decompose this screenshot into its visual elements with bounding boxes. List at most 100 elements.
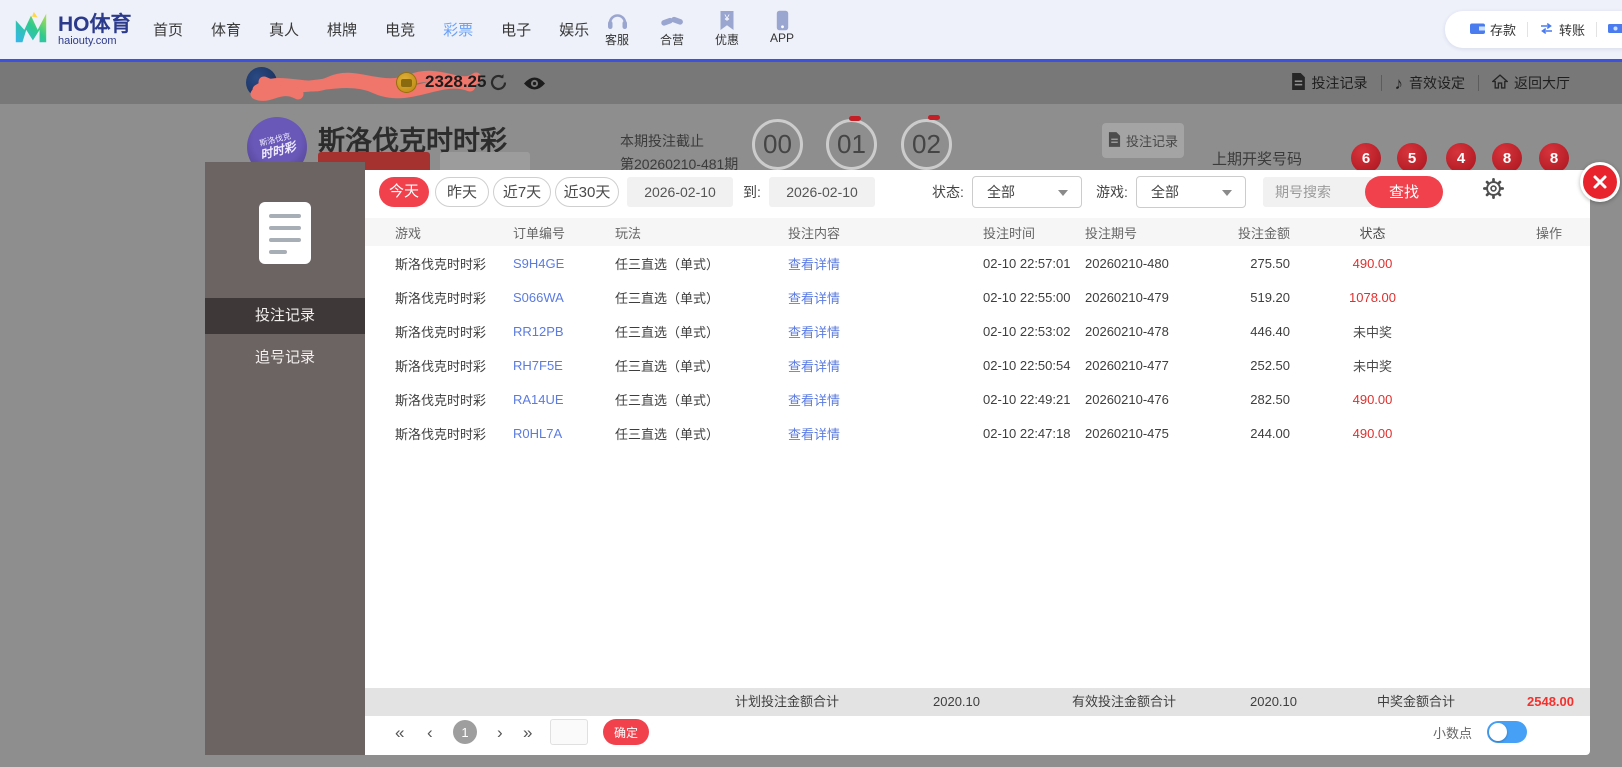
- valid-total-value: 2020.10: [1250, 694, 1297, 709]
- row-bet-amount: 282.50: [1250, 391, 1290, 407]
- eye-toggle-icon[interactable]: [523, 76, 546, 96]
- row-order-number-link[interactable]: RA14UE: [513, 392, 615, 407]
- sidebar-item-chase-records[interactable]: 追号记录: [205, 340, 365, 376]
- game-select[interactable]: 全部: [1136, 176, 1246, 208]
- row-view-details-link[interactable]: 查看详情: [788, 254, 983, 273]
- row-bet-time: 02-10 22:55:00: [983, 289, 1071, 305]
- page-jump-input[interactable]: [550, 719, 588, 745]
- sound-settings-link[interactable]: ♪ 音效设定: [1395, 73, 1466, 93]
- row-view-details-link[interactable]: 查看详情: [788, 424, 983, 443]
- first-page-button[interactable]: «: [395, 721, 404, 745]
- row-order-number-link[interactable]: R0HL7A: [513, 426, 615, 441]
- win-total-label: 中奖金额合计: [1377, 694, 1456, 709]
- wallet-actions-pill: 存款 转账 取款: [1445, 11, 1622, 48]
- app-download-button[interactable]: APP: [761, 7, 803, 48]
- refresh-balance-icon[interactable]: [489, 73, 508, 97]
- row-order-number-link[interactable]: RR12PB: [513, 324, 615, 339]
- col-header-play: 玩法: [615, 225, 642, 241]
- top-nav: HO体育 haiouty.com 首页 体育 真人 棋牌 电竞 彩票 电子 娱乐…: [0, 0, 1622, 62]
- deposit-button[interactable]: 存款: [1459, 20, 1527, 39]
- date-to-input[interactable]: [769, 177, 875, 207]
- range-today-button[interactable]: 今天: [379, 177, 429, 207]
- transfer-button[interactable]: 转账: [1528, 20, 1596, 39]
- nav-item-active[interactable]: 彩票: [443, 19, 473, 40]
- row-bet-time: 02-10 22:49:21: [983, 391, 1071, 407]
- last-page-button[interactable]: »: [523, 721, 532, 745]
- gear-settings-icon[interactable]: [1483, 178, 1504, 204]
- brand-name: HO体育: [58, 12, 132, 36]
- customer-service-button[interactable]: 客服: [596, 7, 638, 48]
- bet-records-link[interactable]: 投注记录: [1291, 73, 1368, 93]
- back-to-lobby-label: 返回大厅: [1514, 75, 1570, 91]
- range-30days-button[interactable]: 近30天: [555, 177, 619, 207]
- prev-page-button[interactable]: ‹: [427, 721, 433, 745]
- row-order-number-link[interactable]: S9H4GE: [513, 256, 615, 271]
- countdown-seconds: 02: [901, 119, 952, 170]
- row-bet-period: 20260210-475: [1085, 425, 1169, 441]
- period-search-input[interactable]: [1263, 177, 1373, 207]
- withdraw-button[interactable]: 取款: [1597, 20, 1622, 39]
- col-header-period: 投注期号: [1085, 225, 1138, 241]
- nav-item[interactable]: 真人: [269, 19, 299, 40]
- range-yesterday-button[interactable]: 昨天: [435, 177, 489, 207]
- modal-close-button[interactable]: [1580, 162, 1620, 202]
- row-bet-time: 02-10 22:47:18: [983, 425, 1071, 441]
- plan-total-value: 2020.10: [933, 694, 980, 709]
- row-bet-amount: 244.00: [1250, 425, 1290, 441]
- decimal-toggle-label: 小数点: [1433, 726, 1473, 741]
- page: HO体育 haiouty.com 首页 体育 真人 棋牌 电竞 彩票 电子 娱乐…: [0, 0, 1622, 767]
- table-header: 游戏 订单编号 玩法 投注内容 投注时间 投注期号 投注金额 状态 操作: [365, 218, 1590, 246]
- col-header-action: 操作: [1535, 225, 1562, 241]
- decimal-toggle-switch[interactable]: [1487, 721, 1527, 743]
- row-view-details-link[interactable]: 查看详情: [788, 322, 983, 341]
- pagination-bar: « ‹ 1 › » 确定 小数点: [365, 715, 1590, 755]
- nav-item[interactable]: 首页: [153, 19, 183, 40]
- back-to-lobby-link[interactable]: 返回大厅: [1491, 73, 1570, 93]
- row-status: 490.00: [1352, 391, 1393, 407]
- balance-amount: 2328.25: [425, 72, 487, 91]
- row-play-type: 任三直选（单式）: [615, 290, 720, 306]
- nav-item[interactable]: 电竞: [385, 19, 415, 40]
- nav-item[interactable]: 体育: [211, 19, 241, 40]
- row-view-details-link[interactable]: 查看详情: [788, 356, 983, 375]
- svg-text:¥: ¥: [723, 13, 730, 23]
- col-header-amount: 投注金额: [1237, 225, 1290, 241]
- col-header-time: 投注时间: [983, 225, 1036, 241]
- brand-logo[interactable]: HO体育 haiouty.com: [12, 9, 132, 52]
- row-bet-time: 02-10 22:57:01: [983, 255, 1071, 271]
- date-from-input[interactable]: [627, 177, 733, 207]
- sidebar-item-bet-records[interactable]: 投注记录: [205, 298, 365, 334]
- row-play-type: 任三直选（单式）: [615, 426, 720, 442]
- row-bet-period: 20260210-479: [1085, 289, 1169, 305]
- deposit-icon: [1470, 22, 1485, 38]
- partnership-button[interactable]: 合营: [651, 7, 693, 48]
- next-page-button[interactable]: ›: [497, 721, 503, 745]
- col-header-status: 状态: [1359, 225, 1386, 241]
- page-confirm-button[interactable]: 确定: [603, 719, 649, 745]
- document-icon: [1291, 73, 1306, 93]
- brand-domain: haiouty.com: [58, 34, 117, 47]
- status-select[interactable]: 全部: [972, 176, 1082, 208]
- row-status: 490.00: [1352, 255, 1393, 271]
- range-7days-button[interactable]: 近7天: [493, 177, 551, 207]
- game-filter-label: 游戏:: [1096, 184, 1128, 200]
- row-view-details-link[interactable]: 查看详情: [788, 390, 983, 409]
- bet-record-button-dimmed[interactable]: 投注记录: [1102, 123, 1184, 158]
- row-bet-period: 20260210-480: [1085, 255, 1169, 271]
- transfer-icon: [1539, 22, 1554, 38]
- nav-item[interactable]: 棋牌: [327, 19, 357, 40]
- row-play-type: 任三直选（单式）: [615, 256, 720, 272]
- nav-item[interactable]: 电子: [501, 19, 531, 40]
- table-body: 斯洛伐克时时彩 S9H4GE 任三直选（单式） 查看详情 02-10 22:57:01 2…: [365, 246, 1590, 450]
- countdown-hours: 00: [752, 119, 803, 170]
- row-order-number-link[interactable]: RH7F5E: [513, 358, 615, 373]
- table-row: 斯洛伐克时时彩 S9H4GE 任三直选（单式） 查看详情 02-10 22:57:01 2…: [365, 246, 1590, 280]
- withdraw-icon: [1608, 22, 1622, 38]
- nav-item[interactable]: 娱乐: [559, 19, 589, 40]
- row-order-number-link[interactable]: S066WA: [513, 290, 615, 305]
- row-view-details-link[interactable]: 查看详情: [788, 288, 983, 307]
- coupon-ribbon-icon: ¥: [706, 7, 748, 31]
- countdown-progress-tick: [849, 116, 861, 121]
- search-button[interactable]: 查找: [1365, 176, 1443, 208]
- promotions-button[interactable]: ¥ 优惠: [706, 7, 748, 48]
